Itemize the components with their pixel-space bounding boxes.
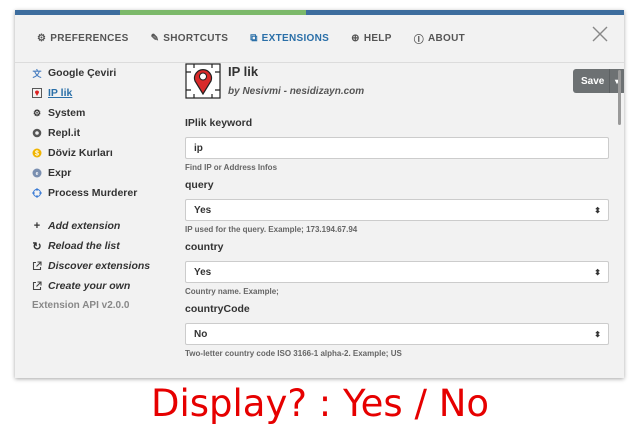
keyword-label: IPlik keyword bbox=[185, 117, 253, 129]
country-code-value: No bbox=[194, 329, 208, 340]
cubes-icon: ⧉ bbox=[250, 33, 258, 44]
tab-about[interactable]: ⓘ About bbox=[414, 31, 465, 46]
sidebar-action-label: Add extension bbox=[48, 220, 121, 232]
svg-text:e: e bbox=[36, 171, 39, 177]
info-icon: ⓘ bbox=[413, 35, 424, 46]
expr-icon: e bbox=[32, 168, 42, 178]
extension-author: by Nesivmi - nesidizayn.com bbox=[228, 86, 365, 97]
scrollbar[interactable] bbox=[618, 70, 621, 125]
select-arrows-icon: ⬍ bbox=[594, 268, 601, 277]
edit-icon: ✎ bbox=[150, 33, 160, 44]
sidebar-item-doviz-kurlari[interactable]: $ Döviz Kurları bbox=[15, 143, 175, 163]
sidebar-item-label: Expr bbox=[48, 167, 72, 179]
query-help: IP used for the query. Example; 173.194.… bbox=[185, 225, 358, 234]
tab-shortcuts[interactable]: ✎ Shortcuts bbox=[151, 33, 229, 44]
reload-list-link[interactable]: ↻ Reload the list bbox=[15, 236, 175, 256]
country-label: country bbox=[185, 241, 224, 253]
api-version: Extension API v2.0.0 bbox=[32, 300, 130, 311]
sidebar-item-label: Döviz Kurları bbox=[48, 147, 113, 159]
sidebar-item-label: IP lik bbox=[48, 87, 73, 99]
sidebar-item-process-murderer[interactable]: Process Murderer bbox=[15, 183, 175, 203]
tab-extensions[interactable]: ⧉ Extensions bbox=[250, 33, 329, 44]
sidebar-item-label: Process Murderer bbox=[48, 187, 138, 199]
tab-label: Preferences bbox=[50, 33, 129, 44]
caption-text: Display? : Yes / No bbox=[150, 382, 490, 425]
extension-name: IP lik bbox=[228, 64, 259, 79]
tab-label: Help bbox=[363, 33, 392, 44]
sidebar-item-label: Repl.it bbox=[48, 127, 81, 139]
svg-text:$: $ bbox=[35, 151, 39, 158]
tab-label: Extensions bbox=[261, 33, 330, 44]
gear-icon: ⚙ bbox=[32, 107, 42, 118]
keyword-input[interactable]: ip bbox=[185, 137, 609, 159]
map-pin-icon bbox=[185, 63, 221, 99]
tab-label: About bbox=[428, 33, 466, 44]
query-value: Yes bbox=[194, 205, 212, 216]
extension-header: IP lik by Nesivmi - nesidizayn.com Save … bbox=[185, 63, 624, 115]
currency-icon: $ bbox=[32, 148, 42, 158]
preferences-window: ⚙ Preferences ✎ Shortcuts ⧉ Extensions ⊕… bbox=[15, 10, 624, 378]
add-extension-link[interactable]: + Add extension bbox=[15, 216, 175, 236]
sidebar-item-replit[interactable]: Repl.it bbox=[15, 123, 175, 143]
sidebar-action-label: Discover extensions bbox=[48, 260, 151, 272]
select-arrows-icon: ⬍ bbox=[594, 206, 601, 215]
sidebar-action-label: Create your own bbox=[48, 280, 131, 292]
discover-extensions-link[interactable]: Discover extensions bbox=[15, 256, 175, 276]
extension-settings: IP lik by Nesivmi - nesidizayn.com Save … bbox=[185, 63, 624, 363]
sidebar-item-system[interactable]: ⚙ System bbox=[15, 103, 175, 123]
lifebuoy-icon: ⊕ bbox=[351, 33, 360, 44]
save-button[interactable]: Save ▾ bbox=[573, 69, 624, 93]
select-arrows-icon: ⬍ bbox=[594, 330, 601, 339]
sidebar-item-ip-lik[interactable]: IP lik bbox=[15, 83, 175, 103]
query-label: query bbox=[185, 179, 214, 191]
tab-label: Shortcuts bbox=[163, 33, 229, 44]
sidebar-item-google-ceviri[interactable]: 文 Google Çeviri bbox=[15, 63, 175, 83]
refresh-icon: ↻ bbox=[32, 240, 42, 253]
country-help: Country name. Example; bbox=[185, 287, 279, 296]
replit-icon bbox=[32, 128, 42, 138]
gear-icon: ⚙ bbox=[37, 33, 47, 44]
keyword-value: ip bbox=[194, 143, 203, 154]
translate-icon: 文 bbox=[32, 68, 42, 79]
nav-bar: ⚙ Preferences ✎ Shortcuts ⧉ Extensions ⊕… bbox=[15, 15, 624, 63]
query-select[interactable]: Yes ⬍ bbox=[185, 199, 609, 221]
save-label: Save bbox=[581, 75, 605, 87]
plus-icon: + bbox=[33, 220, 41, 232]
sidebar-item-label: Google Çeviri bbox=[48, 67, 117, 79]
external-link-icon bbox=[32, 261, 42, 271]
external-link-icon bbox=[32, 281, 42, 291]
sidebar-item-expr[interactable]: e Expr bbox=[15, 163, 175, 183]
tab-preferences[interactable]: ⚙ Preferences bbox=[37, 33, 129, 44]
create-your-own-link[interactable]: Create your own bbox=[15, 276, 175, 296]
crosshair-icon bbox=[32, 188, 42, 198]
sidebar-action-label: Reload the list bbox=[48, 240, 120, 252]
country-value: Yes bbox=[194, 267, 212, 278]
country-code-select[interactable]: No ⬍ bbox=[185, 323, 609, 345]
country-code-help: Two-letter country code ISO 3166-1 alpha… bbox=[185, 349, 402, 358]
country-code-label: countryCode bbox=[185, 303, 250, 315]
close-icon[interactable] bbox=[591, 25, 609, 43]
country-select[interactable]: Yes ⬍ bbox=[185, 261, 609, 283]
sidebar-item-label: System bbox=[48, 107, 86, 119]
sidebar: 文 Google Çeviri IP lik ⚙ System Repl.it … bbox=[15, 63, 175, 311]
tab-help[interactable]: ⊕ Help bbox=[351, 33, 392, 44]
map-pin-icon bbox=[32, 88, 42, 98]
keyword-help: Find IP or Address Infos bbox=[185, 163, 278, 172]
